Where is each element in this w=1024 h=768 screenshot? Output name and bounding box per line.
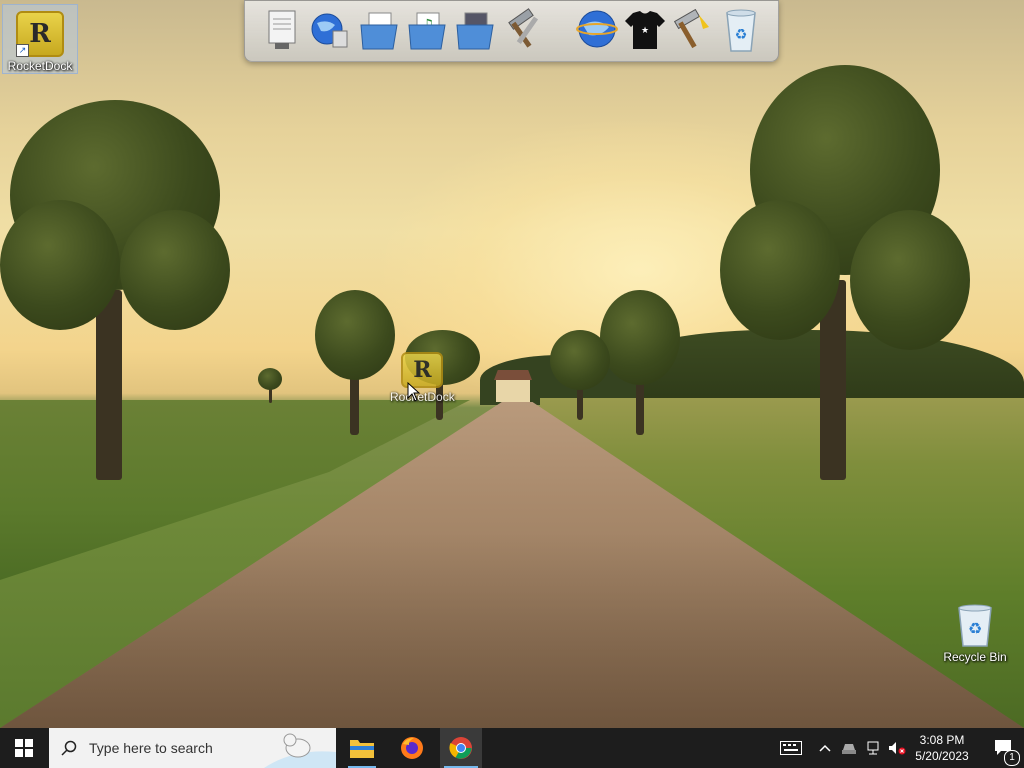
farmhouse — [494, 370, 532, 402]
recycle-bin-icon: ♻ — [726, 9, 756, 52]
tray-volume[interactable] — [886, 728, 908, 768]
rocketdock-label: RocketDock — [7, 59, 73, 73]
search-placeholder: Type here to search — [89, 740, 213, 756]
rocketdock-drag-ghost[interactable]: R RocketDock — [390, 352, 455, 404]
rocketdock-bar: ♫ ★ — [244, 0, 779, 62]
taskbar: Type here to search 3:08 PM 5/20/2023 1 — [0, 728, 1024, 768]
notification-count-badge: 1 — [1004, 750, 1020, 766]
document-viewer-icon — [268, 10, 296, 49]
chevron-up-icon — [819, 744, 831, 752]
dock-item-tools[interactable] — [501, 7, 545, 53]
dock-item-pictures-folder[interactable] — [453, 7, 497, 53]
storage-drive-icon — [842, 744, 856, 754]
volume-muted-icon — [889, 742, 906, 755]
file-explorer-icon — [350, 740, 374, 758]
show-hidden-icons-button[interactable] — [814, 728, 836, 768]
rocketdock-desktop-icon[interactable]: R ↗ RocketDock — [2, 4, 78, 74]
dock-item-document-viewer[interactable] — [259, 7, 303, 53]
clock-date: 5/20/2023 — [915, 749, 969, 763]
recycle-bin-desktop-icon[interactable]: ♻ Recycle Bin — [942, 602, 1008, 664]
tray-network[interactable] — [862, 728, 884, 768]
music-folder-icon: ♫ — [408, 12, 446, 50]
tiny-tree — [258, 368, 282, 404]
notification-center-button[interactable]: 1 — [984, 728, 1024, 768]
firefox-icon — [401, 737, 423, 759]
svg-text:♻: ♻ — [968, 619, 982, 638]
tshirt-icon: ★ — [625, 11, 665, 49]
taskbar-clock[interactable]: 3:08 PM 5/20/2023 — [910, 731, 974, 765]
dock-item-internet[interactable] — [575, 7, 619, 53]
shortcut-arrow-icon: ↗ — [16, 44, 29, 57]
mouse-cursor-icon — [407, 382, 421, 402]
small-tree-far — [550, 330, 610, 420]
search-box[interactable]: Type here to search — [49, 728, 336, 768]
settings-hammer-icon — [673, 8, 709, 49]
drag-ghost-label: RocketDock — [390, 390, 455, 404]
input-indicator[interactable] — [774, 728, 808, 768]
taskbar-chrome[interactable] — [440, 728, 482, 768]
dock-item-tshirt[interactable]: ★ — [623, 7, 667, 53]
left-tree — [0, 90, 240, 490]
documents-folder-icon — [360, 12, 398, 50]
clock-time: 3:08 PM — [919, 733, 965, 747]
small-tree-right — [600, 290, 680, 440]
recycle-bin-label: Recycle Bin — [943, 650, 1007, 664]
svg-text:★: ★ — [641, 26, 649, 36]
small-tree-left — [310, 290, 400, 440]
dock-item-recycle-bin[interactable]: ♻ — [719, 7, 763, 53]
rocketdock-icon: R ↗ — [16, 11, 64, 57]
network-icon — [867, 741, 879, 755]
network-globe-icon — [311, 13, 348, 48]
keyboard-icon — [780, 741, 802, 755]
dock-item-settings[interactable] — [669, 7, 713, 53]
taskbar-firefox[interactable] — [390, 728, 434, 768]
taskbar-file-explorer[interactable] — [340, 728, 384, 768]
svg-text:♻: ♻ — [735, 27, 748, 43]
internet-globe-icon — [576, 10, 618, 48]
tray-drive[interactable] — [838, 728, 860, 768]
dock-item-documents-folder[interactable] — [357, 7, 401, 53]
recycle-bin-icon: ♻ — [958, 604, 992, 647]
right-tree — [720, 60, 970, 490]
chrome-icon — [449, 737, 472, 759]
windows-logo-icon — [15, 739, 33, 757]
search-highlight-bear-icon — [264, 733, 336, 768]
search-icon — [61, 740, 77, 756]
pictures-folder-icon — [456, 12, 494, 50]
dock-item-network[interactable] — [307, 7, 351, 53]
start-button[interactable] — [0, 728, 48, 768]
dock-item-music-folder[interactable]: ♫ — [405, 7, 449, 53]
tools-hammer-icon — [508, 8, 539, 48]
system-tray: 3:08 PM 5/20/2023 1 — [764, 728, 1024, 768]
desktop[interactable]: R ↗ RocketDock R RocketDock ♻ Recycle Bi… — [0, 0, 1024, 728]
